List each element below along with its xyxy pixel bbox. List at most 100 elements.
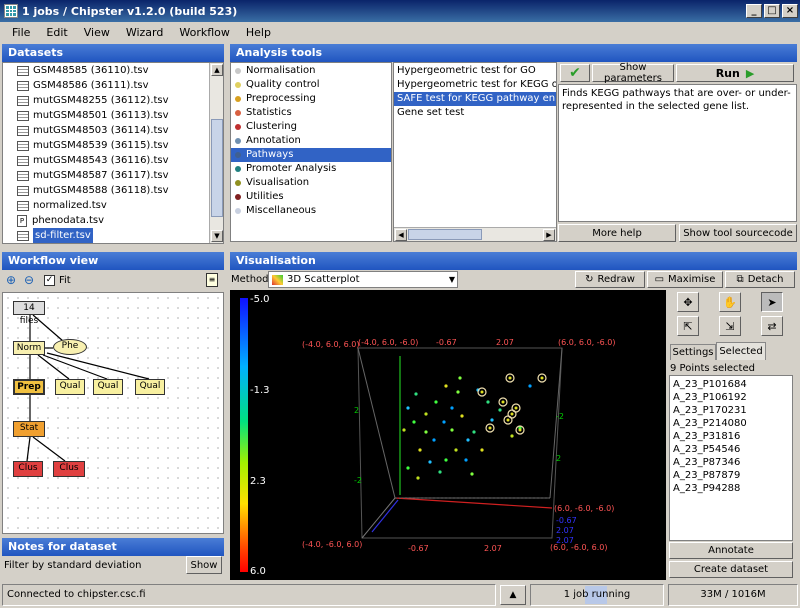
show-sourcecode-button[interactable]: Show tool sourcecode — [679, 224, 797, 242]
workflow-node-norm[interactable]: Norm — [13, 341, 45, 355]
view-xz-icon[interactable]: ⇲ — [719, 316, 741, 336]
selected-point-item[interactable]: A_23_P214080 — [670, 417, 792, 430]
tab-selected[interactable]: Selected — [716, 342, 766, 360]
scatter-point[interactable] — [450, 428, 454, 432]
pan-hand-icon[interactable]: ✋ — [719, 292, 741, 312]
scatter-point[interactable] — [424, 412, 428, 416]
tool-category-item[interactable]: Annotation — [231, 134, 391, 148]
scroll-up-arrow-icon[interactable]: ▲ — [211, 64, 223, 76]
scatter-point[interactable] — [470, 472, 474, 476]
tool-category-item[interactable]: Promoter Analysis — [231, 162, 391, 176]
scatter-point[interactable] — [488, 426, 492, 430]
workflow-node-phe[interactable]: Phe — [53, 339, 87, 355]
notes-show-button[interactable]: Show — [186, 556, 222, 574]
tool-category-item[interactable]: Visualisation — [231, 176, 391, 190]
tools-horizontal-scrollbar[interactable]: ◀ ▶ — [394, 227, 556, 241]
dataset-item[interactable]: GSM48586 (36111).tsv — [3, 78, 209, 93]
scatter-point[interactable] — [406, 406, 410, 410]
scatter-point[interactable] — [418, 448, 422, 452]
rotate-icon[interactable]: ✥ — [677, 292, 699, 312]
scatter-point[interactable] — [506, 418, 510, 422]
scatter-point[interactable] — [444, 458, 448, 462]
scatter-point[interactable] — [424, 430, 428, 434]
tool-category-item[interactable]: Clustering — [231, 120, 391, 134]
scatter-point[interactable] — [528, 384, 532, 388]
tool-category-item[interactable]: Quality control — [231, 78, 391, 92]
dataset-item[interactable]: normalized.tsv — [3, 198, 209, 213]
selected-point-item[interactable]: A_23_P170231 — [670, 404, 792, 417]
maximize-button[interactable]: □ — [764, 4, 780, 18]
workflow-node-files[interactable]: 14 files — [13, 301, 45, 326]
create-dataset-button[interactable]: Create dataset — [669, 561, 793, 578]
tool-item[interactable]: Hypergeometric test for KEGG or PFAM — [394, 78, 556, 92]
zoom-in-icon[interactable]: ⊕ — [6, 273, 16, 287]
workflow-menu-icon[interactable]: ≡ — [206, 273, 218, 287]
scroll-right-arrow-icon[interactable]: ▶ — [543, 229, 555, 241]
scatter-point[interactable] — [498, 408, 502, 412]
tab-settings[interactable]: Settings — [670, 344, 716, 360]
menu-file[interactable]: File — [4, 26, 38, 39]
view-xy-icon[interactable]: ⇱ — [677, 316, 699, 336]
datasets-scroll-thumb[interactable] — [211, 119, 223, 217]
dataset-item[interactable]: mutGSM48543 (36116).tsv — [3, 153, 209, 168]
scatter-point[interactable] — [464, 458, 468, 462]
workflow-node-clus-2[interactable]: Clus — [53, 461, 85, 477]
dataset-item[interactable]: GSM48585 (36110).tsv — [3, 63, 209, 78]
scatter-point[interactable] — [501, 400, 505, 404]
dataset-item[interactable]: mutGSM48539 (36115).tsv — [3, 138, 209, 153]
workflow-node-prep[interactable]: Prep — [13, 379, 45, 395]
scatter-point[interactable] — [466, 438, 470, 442]
tool-category-item[interactable]: Utilities — [231, 190, 391, 204]
dataset-item[interactable]: Pphenodata.tsv — [3, 213, 209, 228]
selected-point-item[interactable]: A_23_P54546 — [670, 443, 792, 456]
scatter-point[interactable] — [442, 420, 446, 424]
scatter-point[interactable] — [438, 470, 442, 474]
annotate-button[interactable]: Annotate — [669, 542, 793, 559]
tool-category-item[interactable]: Statistics — [231, 106, 391, 120]
scatter-point[interactable] — [416, 476, 420, 480]
dataset-item[interactable]: mutGSM48587 (36117).tsv — [3, 168, 209, 183]
scatter-point[interactable] — [510, 412, 514, 416]
dataset-item[interactable]: mutGSM48588 (36118).tsv — [3, 183, 209, 198]
show-parameters-button[interactable]: Show parameters — [592, 62, 674, 84]
scatter-point[interactable] — [456, 390, 460, 394]
dataset-item[interactable]: sd-filter.tsv — [3, 228, 209, 243]
selected-point-item[interactable]: A_23_P94288 — [670, 482, 792, 495]
datasets-scrollbar[interactable]: ▲ ▼ — [209, 63, 223, 243]
menu-workflow[interactable]: Workflow — [171, 26, 238, 39]
fit-checkbox[interactable]: ✓ — [44, 275, 55, 286]
workflow-node-clus-1[interactable]: Clus — [13, 461, 43, 477]
expand-jobs-button[interactable]: ▲ — [500, 585, 526, 605]
scatter-point[interactable] — [514, 406, 518, 410]
scroll-down-arrow-icon[interactable]: ▼ — [211, 230, 223, 242]
method-select[interactable]: 3D Scatterplot ▼ — [268, 271, 458, 288]
menu-edit[interactable]: Edit — [38, 26, 75, 39]
scatter-point[interactable] — [480, 448, 484, 452]
tools-scroll-thumb[interactable] — [408, 229, 482, 240]
scatter-point[interactable] — [434, 400, 438, 404]
tool-item[interactable]: SAFE test for KEGG pathway enrichme — [394, 92, 556, 106]
selected-point-item[interactable]: A_23_P101684 — [670, 378, 792, 391]
tool-category-item[interactable]: Normalisation — [231, 64, 391, 78]
select-arrow-icon[interactable]: ➤ — [761, 292, 783, 312]
tool-item[interactable]: Gene set test — [394, 106, 556, 120]
tool-category-item[interactable]: Miscellaneous — [231, 204, 391, 218]
checkmark-icon[interactable]: ✔ — [560, 64, 590, 82]
redraw-button[interactable]: ↻ Redraw — [575, 271, 645, 288]
scatter-point[interactable] — [540, 376, 544, 380]
selected-point-item[interactable]: A_23_P106192 — [670, 391, 792, 404]
menu-help[interactable]: Help — [238, 26, 279, 39]
scatter-point[interactable] — [472, 430, 476, 434]
scatter-point[interactable] — [406, 466, 410, 470]
scatter-point[interactable] — [454, 448, 458, 452]
menu-wizard[interactable]: Wizard — [118, 26, 172, 39]
scatter-point[interactable] — [460, 414, 464, 418]
tool-item[interactable]: Hypergeometric test for GO — [394, 64, 556, 78]
workflow-node-qual-1[interactable]: Qual — [55, 379, 85, 395]
more-help-button[interactable]: More help — [558, 224, 676, 242]
minimize-button[interactable]: _ — [746, 4, 762, 18]
selected-point-item[interactable]: A_23_P87346 — [670, 456, 792, 469]
run-button[interactable]: Run ▶ — [676, 64, 794, 82]
scatter-point[interactable] — [480, 390, 484, 394]
scatter-point[interactable] — [414, 392, 418, 396]
